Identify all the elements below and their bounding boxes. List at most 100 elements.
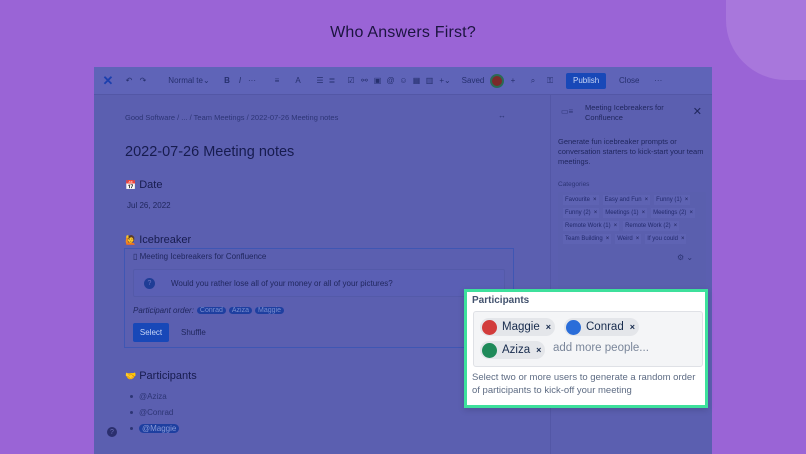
date-heading: 📅 Date [125, 179, 162, 191]
category-chip[interactable]: Funny (1) × [654, 195, 691, 205]
restrictions-icon[interactable]: ⚿ [542, 73, 558, 89]
categories-picker[interactable]: Favourite × Easy and Fun × Funny (1) × Funn… [558, 192, 706, 302]
add-people-input[interactable]: add more people... [553, 342, 649, 354]
participant-chip-aziza[interactable]: Aziza × [480, 341, 546, 359]
mention-button[interactable]: @ [384, 73, 397, 89]
remove-icon[interactable]: × [536, 345, 541, 355]
remove-icon[interactable]: × [593, 197, 597, 203]
italic-button[interactable]: I [234, 73, 246, 89]
remove-icon[interactable]: × [642, 210, 646, 216]
breadcrumb[interactable]: Good Software / ... / Team Meetings / 20… [125, 113, 338, 122]
bullet-list-button[interactable]: ☰ [314, 73, 326, 89]
select-button[interactable]: Select [133, 323, 169, 342]
category-chip[interactable]: If you could × [645, 234, 687, 244]
category-label: Remote Work (1) [565, 223, 611, 229]
remove-icon[interactable]: × [674, 223, 678, 229]
mention: @Conrad [139, 407, 174, 417]
remove-icon[interactable]: × [594, 210, 598, 216]
mention-highlighted: @Maggie [139, 423, 180, 433]
remove-icon[interactable]: × [636, 236, 640, 242]
help-icon[interactable]: ? [107, 427, 117, 437]
remove-icon[interactable]: × [630, 322, 635, 332]
order-chip: Aziza [228, 307, 253, 314]
icebreaker-macro[interactable]: ▯ Meeting Icebreakers for Confluence ? W… [124, 248, 514, 348]
participants-list: @Aziza @Conrad @Maggie [130, 388, 180, 436]
icebreaker-question: ? Would you rather lose all of your mone… [133, 269, 505, 297]
participant-chip-conrad[interactable]: Conrad × [564, 318, 639, 336]
image-button[interactable]: ▣ [371, 73, 384, 89]
remove-icon[interactable]: × [614, 223, 618, 229]
category-chip[interactable]: Favourite × [563, 195, 599, 205]
search-icon[interactable]: ⌕ [524, 73, 542, 89]
task-button[interactable]: ☑ [344, 73, 358, 89]
save-status: Saved [461, 76, 485, 85]
list-item[interactable]: @Maggie [130, 420, 180, 436]
category-chip[interactable]: Meetings (1) × [603, 208, 648, 218]
numbered-list-button[interactable]: ≣ [326, 73, 338, 89]
macro-title-text: Meeting Icebreakers for Confluence [139, 252, 267, 261]
person-icon: 🙋 [125, 234, 137, 245]
category-chip[interactable]: Weird × [615, 234, 642, 244]
avatar[interactable] [488, 73, 506, 89]
link-button[interactable]: ⚯ [358, 73, 371, 89]
sidebar-title: Meeting Icebreakers for Confluence [585, 103, 664, 122]
overflow-menu-button[interactable]: ··· [650, 73, 666, 89]
category-chip[interactable]: Remote Work (1) × [563, 221, 620, 231]
more-formatting-button[interactable]: ··· [246, 73, 258, 89]
shuffle-button[interactable]: Shuffle [179, 323, 208, 342]
category-chip[interactable]: Funny (2) × [563, 208, 600, 218]
close-button[interactable]: Close [612, 73, 646, 89]
undo-icon[interactable]: ↶ [122, 73, 136, 89]
chip-label: Maggie [502, 321, 540, 333]
remove-icon[interactable]: × [546, 322, 551, 332]
confluence-logo-icon[interactable]: ✕ [94, 73, 122, 89]
category-chip[interactable]: Team Building × [563, 234, 612, 244]
table-button[interactable]: ▦ [410, 73, 423, 89]
remove-icon[interactable]: × [685, 197, 689, 203]
chevron-down-icon: ⌄ [443, 76, 451, 85]
chevron-down-icon: ⌄ [202, 76, 210, 85]
chip-label: Aziza [502, 344, 531, 356]
list-item[interactable]: @Conrad [130, 404, 179, 420]
category-label: Team Building [565, 236, 603, 242]
insert-button[interactable]: + ⌄ [436, 73, 454, 89]
popup-help-text: Select two or more users to generate a r… [472, 372, 696, 396]
publish-button[interactable]: Publish [566, 72, 607, 89]
settings-icon[interactable]: ⚙ ⌄ [677, 253, 693, 262]
list-item[interactable]: @Aziza [130, 388, 179, 404]
close-icon[interactable]: ✕ [693, 105, 702, 118]
text-style-dropdown[interactable]: Normal te ⌄ [164, 73, 214, 89]
expand-width-icon[interactable]: ↔ [498, 111, 506, 120]
add-collaborator-button[interactable]: + [506, 73, 520, 89]
category-label: Meetings (1) [605, 210, 639, 216]
icebreaker-heading: 🙋 Icebreaker [125, 234, 191, 246]
category-label: If you could [647, 236, 678, 242]
category-label: Remote Work (2) [625, 223, 671, 229]
remove-icon[interactable]: × [681, 236, 685, 242]
redo-icon[interactable]: ↷ [136, 73, 150, 89]
participants-heading: 🤝 Participants [125, 370, 197, 382]
category-chip[interactable]: Meetings (2) × [651, 208, 695, 218]
remove-icon[interactable]: × [606, 236, 610, 242]
date-value[interactable]: Jul 26, 2022 [127, 201, 171, 210]
emoji-button[interactable]: ☺ [397, 73, 410, 89]
question-text: Would you rather lose all of your money … [171, 278, 393, 288]
remove-icon[interactable]: × [645, 197, 649, 203]
remove-icon[interactable]: × [689, 210, 693, 216]
people-icon: 🤝 [125, 370, 137, 381]
order-chip: Conrad [196, 307, 226, 314]
category-chip[interactable]: Easy and Fun × [602, 195, 651, 205]
participant-chip-maggie[interactable]: Maggie × [480, 318, 555, 336]
category-chip[interactable]: Remote Work (2) × [623, 221, 680, 231]
chip-label: Conrad [586, 321, 624, 333]
user-avatar-icon [490, 73, 504, 88]
page-heading: Who Answers First? [330, 24, 476, 41]
layout-button[interactable]: ▥ [423, 73, 436, 89]
participants-picker-popup: Participants Maggie × Conrad × Aziza × a… [464, 289, 708, 408]
bold-button[interactable]: B [220, 73, 234, 89]
people-picker-input[interactable]: Maggie × Conrad × Aziza × add more peopl… [473, 311, 703, 367]
page-title[interactable]: 2022-07-26 Meeting notes [125, 144, 294, 160]
alignment-button[interactable]: ≡ [266, 73, 288, 89]
text-color-button[interactable]: A [288, 73, 308, 89]
avatar [482, 319, 497, 335]
